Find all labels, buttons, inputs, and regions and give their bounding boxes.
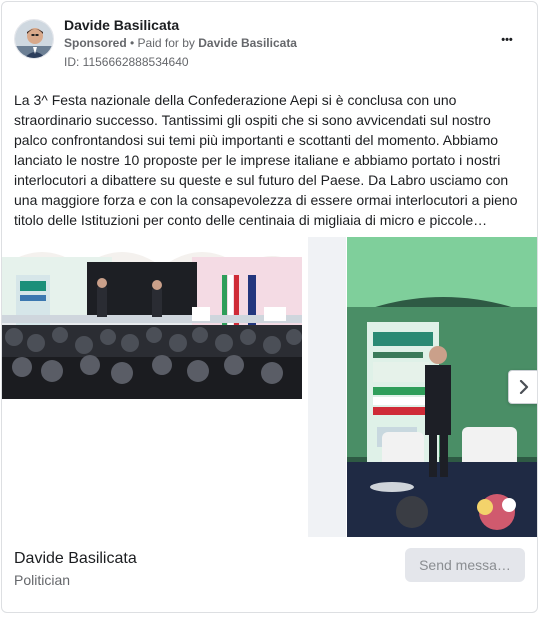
event-hall-photo	[2, 237, 302, 399]
ellipsis-icon: •••	[501, 34, 513, 46]
more-options-button[interactable]: •••	[493, 30, 521, 50]
ad-id: ID: 1156662888534640	[64, 55, 189, 69]
avatar[interactable]	[14, 19, 54, 59]
carousel-image-1[interactable]	[2, 237, 302, 399]
author-name[interactable]: Davide Basilicata	[64, 17, 179, 33]
send-message-button[interactable]: Send messa…	[405, 548, 525, 582]
image-carousel	[2, 237, 537, 537]
carousel-gap	[308, 237, 346, 537]
page-category: Politician	[14, 572, 71, 588]
post-footer: Davide Basilicata Politician Send messa…	[14, 548, 525, 598]
sponsored-line: Sponsored • Paid for by Davide Basilicat…	[64, 36, 297, 50]
page-name[interactable]: Davide Basilicata	[14, 550, 137, 568]
sponsored-label: Sponsored	[64, 36, 127, 50]
paid-for-prefix: • Paid for by	[130, 36, 195, 50]
carousel-next-button[interactable]	[508, 370, 537, 404]
chevron-right-icon	[519, 380, 529, 394]
avatar-photo	[15, 20, 53, 58]
paid-for-name: Davide Basilicata	[198, 36, 297, 50]
ad-card: Davide Basilicata Sponsored • Paid for b…	[1, 1, 538, 613]
post-header: Davide Basilicata Sponsored • Paid for b…	[14, 14, 525, 74]
post-body-text: La 3^ Festa nazionale della Confederazio…	[14, 92, 518, 228]
